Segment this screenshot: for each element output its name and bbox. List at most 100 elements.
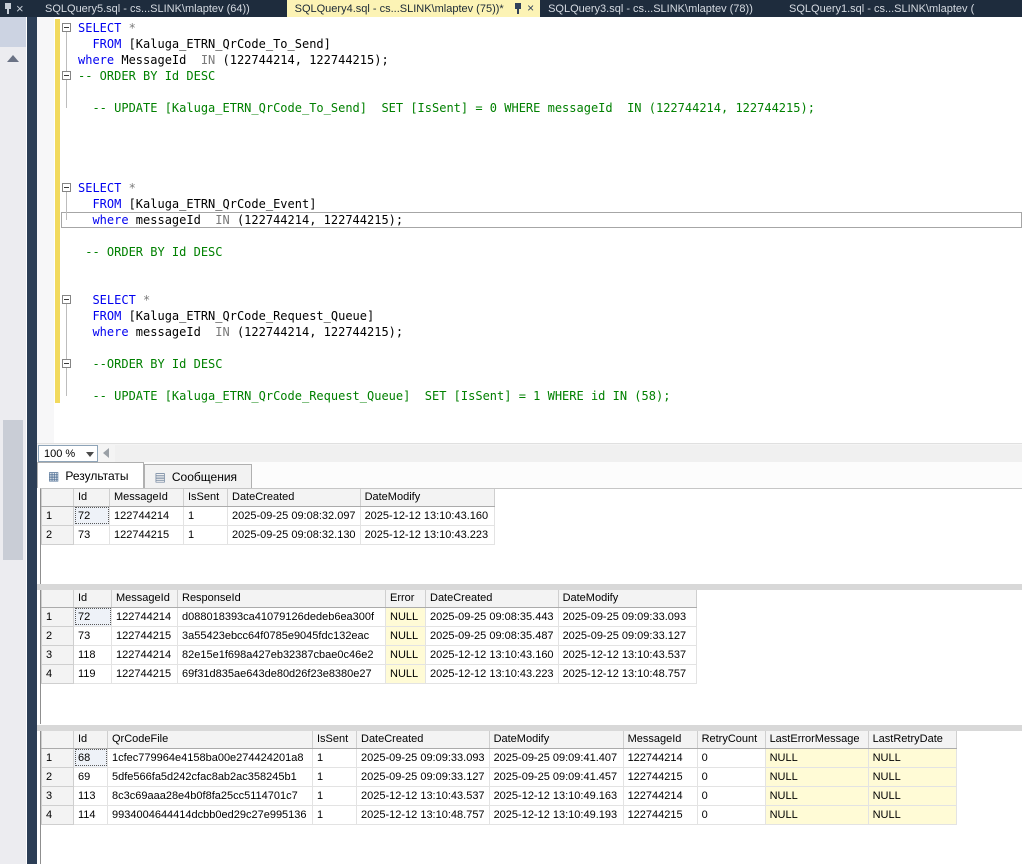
grid-cell[interactable]: 0 — [697, 786, 765, 805]
grid-cell[interactable]: 1 — [184, 525, 228, 544]
grid-cell[interactable]: d088018393ca41079126dedeb6ea300f — [178, 607, 386, 626]
grid-cell[interactable]: NULL — [868, 805, 956, 824]
grid-cell[interactable]: 2025-09-25 09:09:33.127 — [558, 626, 696, 645]
document-tab[interactable]: SQLQuery1.sql - cs...SLINK\mlaptev ( — [781, 0, 1022, 17]
grid-cell[interactable]: 1 — [313, 805, 357, 824]
grid-cell[interactable]: 2025-09-25 09:09:33.127 — [357, 767, 490, 786]
grid-cell[interactable]: 69f31d835ae643de80d26f23e8380e27 — [178, 664, 386, 683]
fold-collapse-icon[interactable] — [62, 23, 71, 32]
grid-cell[interactable]: NULL — [386, 626, 426, 645]
grid-cell[interactable]: 2025-12-12 13:10:49.193 — [489, 805, 623, 824]
fold-collapse-icon[interactable] — [62, 71, 71, 80]
row-number[interactable]: 2 — [42, 626, 74, 645]
grid-cell[interactable]: 122744214 — [110, 506, 184, 525]
row-number[interactable]: 1 — [42, 607, 74, 626]
hscroll-left-arrow-icon[interactable] — [103, 448, 109, 458]
grid-column-header[interactable]: ResponseId — [178, 590, 386, 607]
row-number[interactable]: 2 — [42, 525, 74, 544]
grid-cell[interactable]: 2025-09-25 09:09:33.093 — [558, 607, 696, 626]
grid-column-header[interactable]: LastErrorMessage — [765, 731, 868, 748]
grid-column-header[interactable]: MessageId — [112, 590, 178, 607]
results-grid-pane-3[interactable]: IdQrCodeFileIsSentDateCreatedDateModifyM… — [40, 731, 1022, 864]
grid-column-header[interactable]: Id — [74, 489, 110, 506]
grid-cell[interactable]: 1 — [313, 767, 357, 786]
grid-cell[interactable]: NULL — [868, 786, 956, 805]
fold-collapse-icon[interactable] — [62, 295, 71, 304]
grid-corner-cell[interactable] — [42, 590, 74, 607]
grid-cell[interactable]: 2025-12-12 13:10:48.757 — [357, 805, 490, 824]
grid-cell[interactable]: 2025-12-12 13:10:43.537 — [558, 645, 696, 664]
row-number[interactable]: 4 — [42, 805, 74, 824]
grid-cell[interactable]: 72 — [74, 506, 110, 525]
grid-cell[interactable]: 2025-09-25 09:08:32.097 — [228, 506, 361, 525]
grid-cell[interactable]: 2025-12-12 13:10:43.223 — [360, 525, 494, 544]
grid-column-header[interactable]: MessageId — [110, 489, 184, 506]
grid-column-header[interactable]: DateCreated — [357, 731, 490, 748]
grid-column-header[interactable]: DateCreated — [426, 590, 559, 607]
grid-cell[interactable]: 2025-12-12 13:10:48.757 — [558, 664, 696, 683]
grid-cell[interactable]: 73 — [74, 525, 110, 544]
grid-cell[interactable]: 72 — [74, 607, 112, 626]
grid-column-header[interactable]: DateModify — [489, 731, 623, 748]
grid-cell[interactable]: 122744214 — [112, 607, 178, 626]
grid-cell[interactable]: 2025-09-25 09:08:32.130 — [228, 525, 361, 544]
panel-close-icon[interactable]: × — [16, 0, 24, 17]
scroll-up-icon[interactable] — [7, 55, 19, 62]
panel-splitter[interactable] — [27, 17, 37, 864]
grid-cell[interactable]: 122744215 — [112, 626, 178, 645]
grid-cell[interactable]: 73 — [74, 626, 112, 645]
grid-cell[interactable]: 1 — [313, 786, 357, 805]
grid-cell[interactable]: 2025-12-12 13:10:43.537 — [357, 786, 490, 805]
grid-column-header[interactable]: Error — [386, 590, 426, 607]
grid-cell[interactable]: 3a55423ebcc64f0785e9045fdc132eac — [178, 626, 386, 645]
grid-cell[interactable]: 1cfec779964e4158ba00e274424201a8 — [108, 748, 313, 767]
zoom-dropdown[interactable]: 100 % — [38, 445, 98, 462]
results-grid-pane-1[interactable]: IdMessageIdIsSentDateCreatedDateModify 1 7… — [40, 488, 1022, 584]
row-number[interactable]: 3 — [42, 645, 74, 664]
grid-cell[interactable]: 122744215 — [623, 805, 697, 824]
tab-pin-icon[interactable] — [514, 3, 522, 14]
grid-cell[interactable]: 122744215 — [623, 767, 697, 786]
grid-column-header[interactable]: DateModify — [558, 590, 696, 607]
grid-cell[interactable]: 2025-09-25 09:09:41.407 — [489, 748, 623, 767]
tab-messages[interactable]: ▤ Сообщения — [144, 464, 252, 488]
grid-cell[interactable]: 0 — [697, 805, 765, 824]
grid-cell[interactable]: 122744214 — [112, 645, 178, 664]
grid-corner-cell[interactable] — [42, 489, 74, 506]
grid-cell[interactable]: NULL — [868, 767, 956, 786]
grid-cell[interactable]: 69 — [74, 767, 108, 786]
grid-cell[interactable]: 2025-12-12 13:10:43.160 — [426, 645, 559, 664]
grid-column-header[interactable]: Id — [74, 590, 112, 607]
grid-cell[interactable]: 68 — [74, 748, 108, 767]
grid-column-header[interactable]: DateCreated — [228, 489, 361, 506]
grid-cell[interactable]: 122744215 — [112, 664, 178, 683]
horizontal-scrollbar[interactable] — [115, 445, 1022, 462]
grid-column-header[interactable]: IsSent — [184, 489, 228, 506]
grid-cell[interactable]: 1 — [313, 748, 357, 767]
grid-cell[interactable]: 2025-09-25 09:08:35.487 — [426, 626, 559, 645]
grid-column-header[interactable]: DateModify — [360, 489, 494, 506]
grid-cell[interactable]: 2025-09-25 09:08:35.443 — [426, 607, 559, 626]
document-tab[interactable]: SQLQuery3.sql - cs...SLINK\mlaptev (78)) — [540, 0, 781, 17]
tab-results[interactable]: ▦ Результаты — [37, 462, 144, 488]
grid-cell[interactable]: 114 — [74, 805, 108, 824]
fold-collapse-icon[interactable] — [62, 359, 71, 368]
grid-cell[interactable]: 82e15e1f698a427eb32387cbae0c46e2 — [178, 645, 386, 664]
grid-cell[interactable]: 122744214 — [623, 786, 697, 805]
grid-cell[interactable]: 2025-12-12 13:10:43.160 — [360, 506, 494, 525]
grid-cell[interactable]: NULL — [386, 664, 426, 683]
grid-cell[interactable]: 0 — [697, 748, 765, 767]
grid-column-header[interactable]: IsSent — [313, 731, 357, 748]
row-number[interactable]: 1 — [42, 748, 74, 767]
grid-cell[interactable]: 1 — [184, 506, 228, 525]
grid-cell[interactable]: 2025-09-25 09:09:41.457 — [489, 767, 623, 786]
row-number[interactable]: 3 — [42, 786, 74, 805]
grid-cell[interactable]: NULL — [765, 786, 868, 805]
fold-collapse-icon[interactable] — [62, 183, 71, 192]
grid-cell[interactable]: NULL — [765, 767, 868, 786]
grid-cell[interactable]: 0 — [697, 767, 765, 786]
grid-column-header[interactable]: QrCodeFile — [108, 731, 313, 748]
document-tab[interactable]: SQLQuery4.sql - cs...SLINK\mlaptev (75))… — [287, 0, 540, 17]
grid-cell[interactable]: 2025-12-12 13:10:43.223 — [426, 664, 559, 683]
grid-column-header[interactable]: LastRetryDate — [868, 731, 956, 748]
